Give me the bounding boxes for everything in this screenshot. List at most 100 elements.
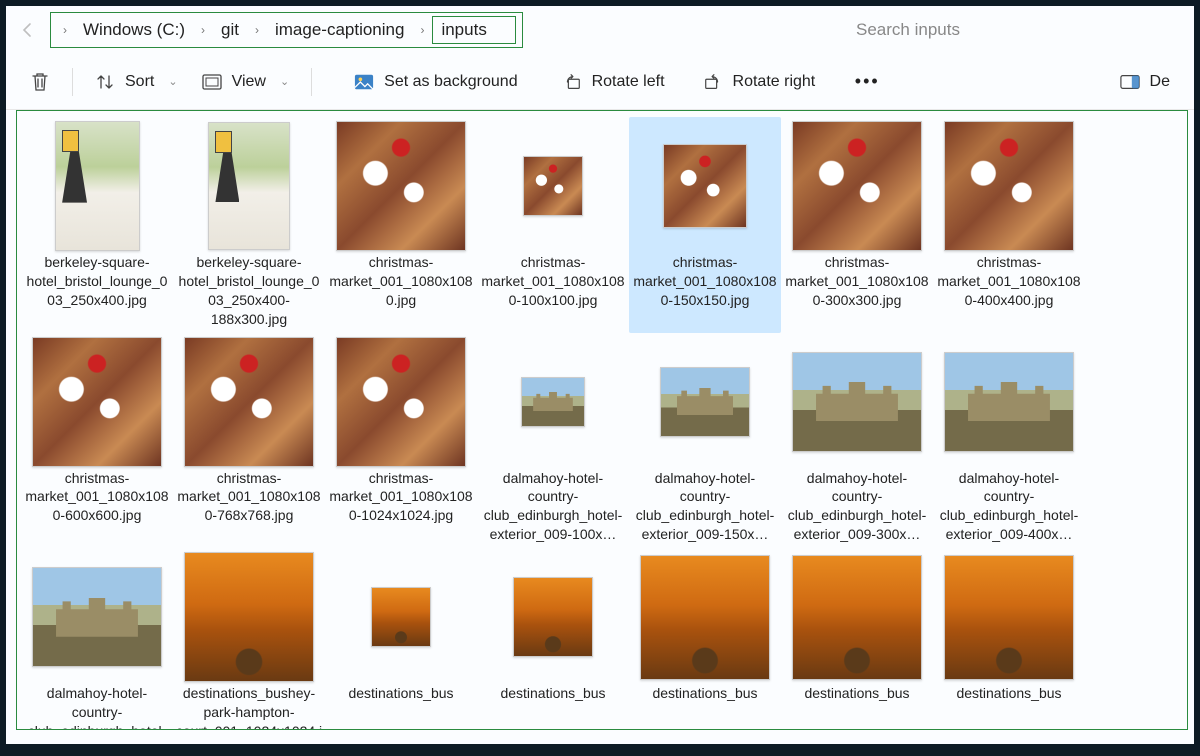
- thumbnail-image: [336, 337, 466, 467]
- thumbnail-box: [331, 337, 471, 467]
- file-item[interactable]: destinations_bus: [781, 548, 933, 730]
- more-icon: •••: [857, 72, 877, 92]
- file-name-label: christmas-market_001_1080x1080-300x300.j…: [783, 253, 931, 310]
- separator: [72, 68, 73, 96]
- breadcrumb-item[interactable]: git: [213, 16, 247, 44]
- thumbnail-box: [27, 337, 167, 467]
- details-pane-button[interactable]: De: [1110, 63, 1180, 101]
- thumbnail-image: [513, 577, 593, 657]
- thumbnail-box: [787, 337, 927, 467]
- file-item[interactable]: christmas-market_001_1080x1080-300x300.j…: [781, 117, 933, 333]
- thumbnail-image: [521, 377, 585, 427]
- file-item[interactable]: christmas-market_001_1080x1080-768x768.j…: [173, 333, 325, 549]
- thumbnail-box: [635, 552, 775, 682]
- thumbnail-box: [787, 121, 927, 251]
- file-name-label: dalmahoy-hotel-country-club_edinburgh_ho…: [935, 469, 1083, 545]
- file-name-label: christmas-market_001_1080x1080-1024x1024…: [327, 469, 475, 526]
- breadcrumb-current[interactable]: inputs: [432, 16, 515, 44]
- rotate-right-icon: [703, 72, 723, 92]
- file-item[interactable]: dalmahoy-hotel-country-club_edinburgh_ho…: [933, 333, 1085, 549]
- thumbnail-image: [208, 122, 290, 250]
- thumbnail-box: [939, 552, 1079, 682]
- breadcrumb-item[interactable]: image-captioning: [267, 16, 412, 44]
- thumbnail-box: [27, 552, 167, 682]
- breadcrumb-item[interactable]: Windows (C:): [75, 16, 193, 44]
- more-button[interactable]: •••: [847, 63, 887, 101]
- back-button[interactable]: [14, 14, 42, 46]
- thumbnail-image: [32, 337, 162, 467]
- thumbnail-box: [635, 121, 775, 251]
- sort-button[interactable]: Sort ⌄: [85, 63, 188, 101]
- thumbnail-box: [179, 552, 319, 682]
- file-name-label: destinations_bus: [631, 684, 779, 703]
- file-item[interactable]: christmas-market_001_1080x1080.jpg: [325, 117, 477, 333]
- file-name-label: destinations_bus: [327, 684, 475, 703]
- file-name-label: dalmahoy-hotel-country-club_edinburgh_ho…: [479, 469, 627, 545]
- file-item[interactable]: christmas-market_001_1080x1080-150x150.j…: [629, 117, 781, 333]
- file-item[interactable]: berkeley-square-hotel_bristol_lounge_003…: [173, 117, 325, 333]
- file-item[interactable]: destinations_bus: [325, 548, 477, 730]
- thumbnail-box: [27, 121, 167, 251]
- thumbnail-image: [336, 121, 466, 251]
- chevron-right-icon: ›: [249, 23, 265, 37]
- rotate-right-button[interactable]: Rotate right: [693, 63, 826, 101]
- delete-button[interactable]: [20, 63, 60, 101]
- file-grid-area[interactable]: berkeley-square-hotel_bristol_lounge_003…: [16, 110, 1188, 730]
- thumbnail-image: [944, 352, 1074, 452]
- file-item[interactable]: destinations_bus: [933, 548, 1085, 730]
- file-name-label: christmas-market_001_1080x1080-768x768.j…: [175, 469, 323, 526]
- details-label: De: [1150, 73, 1170, 91]
- chevron-right-icon: ›: [57, 23, 73, 37]
- thumbnail-image: [944, 555, 1074, 680]
- thumbnail-box: [483, 337, 623, 467]
- thumbnail-image: [523, 156, 583, 216]
- thumbnail-image: [184, 337, 314, 467]
- thumbnail-image: [792, 121, 922, 251]
- thumbnail-image: [371, 587, 431, 647]
- file-name-label: berkeley-square-hotel_bristol_lounge_003…: [23, 253, 171, 310]
- file-grid: berkeley-square-hotel_bristol_lounge_003…: [21, 117, 1187, 730]
- file-explorer-window: › Windows (C:) › git › image-captioning …: [6, 6, 1194, 744]
- chevron-down-icon: ⌄: [280, 75, 289, 88]
- file-item[interactable]: christmas-market_001_1080x1080-400x400.j…: [933, 117, 1085, 333]
- thumbnail-image: [55, 121, 140, 251]
- thumbnail-box: [787, 552, 927, 682]
- file-item[interactable]: dalmahoy-hotel-country-club_edinburgh_ho…: [477, 333, 629, 549]
- view-button[interactable]: View ⌄: [192, 63, 300, 101]
- trash-icon: [30, 72, 50, 92]
- file-name-label: destinations_bus: [935, 684, 1083, 703]
- view-icon: [202, 72, 222, 92]
- picture-icon: [354, 72, 374, 92]
- search-placeholder: Search inputs: [856, 20, 960, 40]
- thumbnail-image: [640, 555, 770, 680]
- file-item[interactable]: dalmahoy-hotel-country-club_edinburgh_ho…: [629, 333, 781, 549]
- file-item[interactable]: dalmahoy-hotel-country-club_edinburgh_ho…: [21, 548, 173, 730]
- set-bg-label: Set as background: [384, 73, 517, 91]
- file-name-label: berkeley-square-hotel_bristol_lounge_003…: [175, 253, 323, 329]
- file-name-label: destinations_bushey-park-hampton-court_0…: [175, 684, 323, 730]
- file-item[interactable]: berkeley-square-hotel_bristol_lounge_003…: [21, 117, 173, 333]
- details-pane-icon: [1120, 72, 1140, 92]
- file-item[interactable]: christmas-market_001_1080x1080-100x100.j…: [477, 117, 629, 333]
- rotate-left-label: Rotate left: [592, 73, 665, 91]
- set-background-button[interactable]: Set as background: [344, 63, 527, 101]
- file-item[interactable]: destinations_bus: [477, 548, 629, 730]
- search-input[interactable]: Search inputs: [856, 12, 1186, 48]
- file-name-label: dalmahoy-hotel-country-club_edinburgh_ho…: [783, 469, 931, 545]
- file-name-label: christmas-market_001_1080x1080.jpg: [327, 253, 475, 310]
- file-item[interactable]: dalmahoy-hotel-country-club_edinburgh_ho…: [781, 333, 933, 549]
- thumbnail-image: [660, 367, 750, 437]
- file-name-label: christmas-market_001_1080x1080-600x600.j…: [23, 469, 171, 526]
- file-item[interactable]: destinations_bushey-park-hampton-court_0…: [173, 548, 325, 730]
- thumbnail-box: [331, 121, 471, 251]
- thumbnail-box: [179, 121, 319, 251]
- thumbnail-box: [635, 337, 775, 467]
- thumbnail-box: [483, 552, 623, 682]
- rotate-left-button[interactable]: Rotate left: [552, 63, 675, 101]
- file-item[interactable]: christmas-market_001_1080x1080-600x600.j…: [21, 333, 173, 549]
- file-item[interactable]: christmas-market_001_1080x1080-1024x1024…: [325, 333, 477, 549]
- file-item[interactable]: destinations_bus: [629, 548, 781, 730]
- breadcrumb[interactable]: › Windows (C:) › git › image-captioning …: [50, 12, 523, 48]
- toolbar: Sort ⌄ View ⌄ Set as background Rotate l…: [6, 54, 1194, 110]
- file-name-label: christmas-market_001_1080x1080-400x400.j…: [935, 253, 1083, 310]
